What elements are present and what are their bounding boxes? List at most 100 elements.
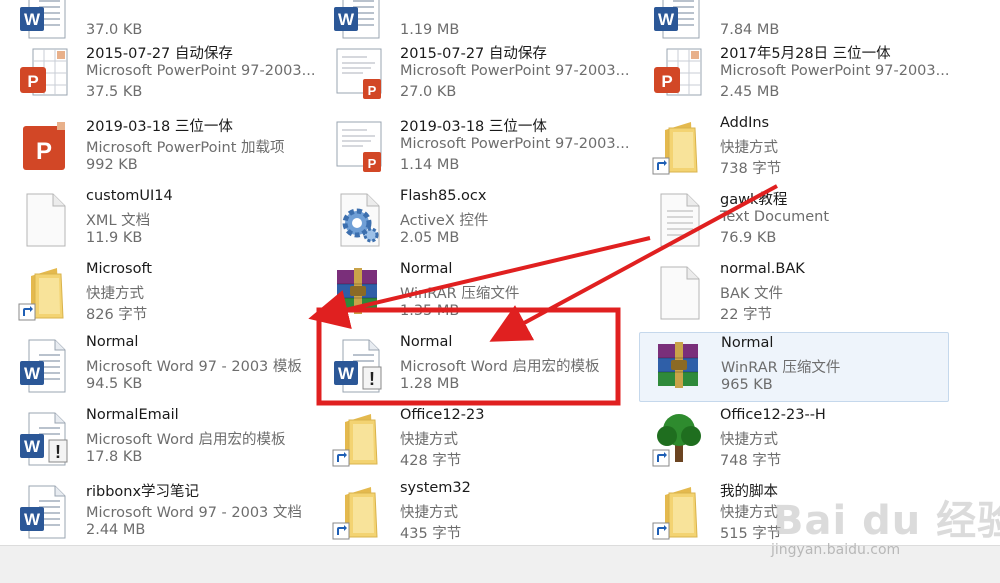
blank-file-icon [17, 191, 73, 249]
powerpoint-thumbnail-icon: P [331, 118, 387, 176]
powerpoint-file-icon: P [651, 45, 707, 103]
file-size: 22 字节 [720, 307, 773, 323]
word-doc-icon: W [17, 483, 73, 541]
status-bar [0, 545, 1000, 583]
file-type: 快捷方式 [400, 432, 458, 448]
svg-text:W: W [24, 10, 41, 29]
file-name: Normal [400, 334, 453, 350]
file-item[interactable]: P 2017年5月28日 三位一体 Microsoft PowerPoint 97-… [639, 40, 949, 110]
powerpoint-file-icon: P [17, 45, 73, 103]
file-size: 7.84 MB [720, 22, 780, 38]
file-size: 2.45 MB [720, 84, 780, 100]
folder-shortcut-icon [331, 483, 387, 541]
file-item[interactable]: 我的脚本快捷方式 515 字节 [639, 478, 949, 548]
file-name: Normal [400, 261, 453, 277]
file-type: Microsoft PowerPoint 97-2003... [720, 63, 950, 79]
file-item[interactable]: Normal WinRAR 压缩文件 965 KB [639, 332, 949, 402]
file-item[interactable]: Wribbonx学习笔记 Microsoft Word 97 - 2003 文档 2… [5, 478, 315, 548]
file-item[interactable]: W Normal Microsoft Word 97 - 2003 模板 94.5 K… [5, 332, 315, 402]
svg-text:P: P [661, 72, 672, 91]
file-item[interactable]: Normal WinRAR 压缩文件 1.35 MB [319, 259, 629, 329]
file-name: AddIns [720, 115, 770, 131]
file-item[interactable]: P 2015-07-27 自动保存 Microsoft PowerPoint 97-… [5, 40, 315, 110]
file-item[interactable]: system32 快捷方式 435 字节 [319, 478, 629, 548]
svg-text:W: W [338, 364, 355, 383]
svg-text:W: W [24, 437, 41, 456]
file-type: 快捷方式 [400, 505, 458, 521]
svg-text:P: P [368, 83, 377, 98]
file-size: 992 KB [86, 157, 138, 173]
file-size: 27.0 KB [400, 84, 457, 100]
file-size: 515 字节 [720, 526, 782, 542]
file-size: 76.9 KB [720, 230, 777, 246]
svg-text:P: P [368, 156, 377, 171]
file-type: Microsoft PowerPoint 97-2003... [400, 136, 630, 152]
file-type: 快捷方式 [720, 505, 778, 521]
file-name: Office12-23 [400, 407, 485, 423]
file-type: WinRAR 压缩文件 [721, 360, 841, 376]
file-type: XML 文档 [86, 213, 151, 229]
file-type: WinRAR 压缩文件 [400, 286, 520, 302]
file-type: Microsoft Word 97 - 2003 模板 [86, 359, 302, 375]
file-type: 快捷方式 [720, 432, 778, 448]
file-name: Normal [721, 335, 774, 351]
file-item[interactable]: P 2019-03-18 三位一体 Microsoft PowerPoint 97-… [319, 113, 629, 183]
svg-text:P: P [36, 138, 52, 165]
svg-text:W: W [24, 364, 41, 383]
file-item[interactable]: normal.BAK BAK 文件 22 字节 [639, 259, 949, 329]
folder-shortcut-icon [17, 264, 73, 322]
word-macro-template-icon: W! [331, 337, 387, 395]
word-doc-icon: W [17, 337, 73, 395]
svg-text:!: ! [369, 369, 375, 389]
file-type: Microsoft PowerPoint 97-2003... [400, 63, 630, 79]
file-item[interactable]: W! Normal Microsoft Word 启用宏的模板 1.28 MB [319, 332, 629, 402]
file-name: Microsoft [86, 261, 152, 277]
file-name: 2019-03-18 三位一体 [86, 119, 233, 135]
file-list-view: W 37.0 KB W 1.19 MB W 7.84 MB P 2015-07-27 自动保存… [0, 0, 1000, 545]
file-type: Microsoft Word 启用宏的模板 [400, 359, 600, 375]
file-type: Microsoft Word 97 - 2003 文档 [86, 505, 302, 521]
word-doc-icon: W [651, 0, 707, 41]
file-size: 748 字节 [720, 453, 782, 469]
file-size: 37.0 KB [86, 22, 143, 38]
file-type: ActiveX 控件 [400, 213, 489, 229]
file-name: 2015-07-27 自动保存 [400, 46, 547, 62]
file-size: 2.05 MB [400, 230, 460, 246]
file-type: 快捷方式 [86, 286, 144, 302]
folder-shortcut-icon [651, 118, 707, 176]
file-name: 我的脚本 [720, 484, 778, 500]
file-size: 965 KB [721, 377, 773, 393]
file-size: 1.19 MB [400, 22, 460, 38]
svg-text:P: P [27, 72, 38, 91]
file-item[interactable]: customUI14 XML 文档 11.9 KB [5, 186, 315, 256]
file-item[interactable]: W! NormalEmail Microsoft Word 启用宏的模板 17.8 K… [5, 405, 315, 475]
file-name: system32 [400, 480, 471, 496]
blank-file-icon [651, 264, 707, 322]
file-type: Text Document [720, 209, 830, 225]
file-size: 1.14 MB [400, 157, 460, 173]
file-name: customUI14 [86, 188, 173, 204]
file-type: Microsoft PowerPoint 97-2003... [86, 63, 316, 79]
file-item[interactable]: AddIns 快捷方式 738 字节 [639, 113, 949, 183]
tree-shortcut-icon [651, 410, 707, 468]
winrar-archive-icon [331, 264, 387, 322]
text-file-icon [651, 191, 707, 249]
file-name: Flash85.ocx [400, 188, 487, 204]
file-name: 2017年5月28日 三位一体 [720, 46, 891, 62]
activex-gear-icon [331, 191, 387, 249]
file-item[interactable]: Office12-23 快捷方式 428 字节 [319, 405, 629, 475]
folder-shortcut-icon [331, 410, 387, 468]
powerpoint-thumbnail-icon: P [331, 45, 387, 103]
file-size: 2.44 MB [86, 522, 146, 538]
file-item[interactable]: Flash85.ocx ActiveX 控件 2.05 MB [319, 186, 629, 256]
file-item[interactable]: P 2019-03-18 三位一体 Microsoft PowerPoint 加载项… [5, 113, 315, 183]
file-item[interactable]: P 2015-07-27 自动保存 Microsoft PowerPoint 97-… [319, 40, 629, 110]
file-item[interactable]: Office12-23--H 快捷方式 748 字节 [639, 405, 949, 475]
svg-text:W: W [24, 510, 41, 529]
file-size: 94.5 KB [86, 376, 143, 392]
file-size: 17.8 KB [86, 449, 143, 465]
file-item[interactable]: gawk教程 Text Document 76.9 KB [639, 186, 949, 256]
powerpoint-addin-icon: P [17, 118, 73, 176]
file-size: 37.5 KB [86, 84, 143, 100]
file-item[interactable]: Microsoft 快捷方式 826 字节 [5, 259, 315, 329]
